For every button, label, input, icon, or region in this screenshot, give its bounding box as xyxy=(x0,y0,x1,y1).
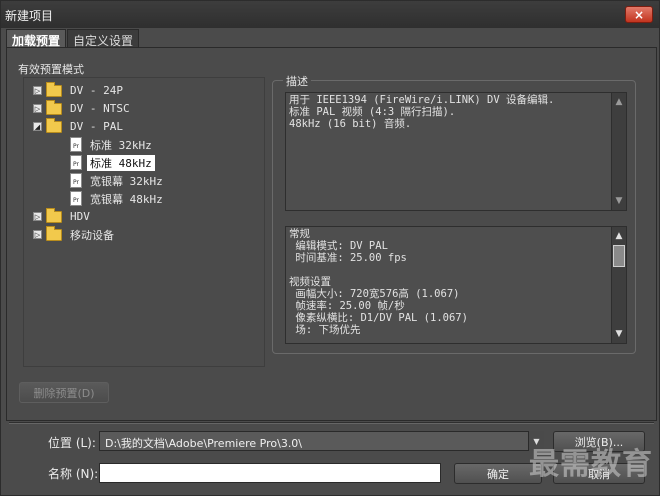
preset-tree: ▷ DV - 24P ▷ DV - NTSC ◢ DV - PAL Pr 标准 … xyxy=(23,77,265,367)
tree-item-label: 标准 48kHz xyxy=(87,154,155,171)
folder-open-icon xyxy=(46,117,62,133)
tree-preset-widescreen-32k[interactable]: Pr 宽银幕 32kHz xyxy=(70,172,166,189)
collapse-icon[interactable]: ◢ xyxy=(33,122,42,131)
tree-folder-mobile-devices[interactable]: ▷ 移动设备 xyxy=(33,225,117,243)
details-line: 常规 xyxy=(289,228,310,240)
new-project-dialog: 新建项目 × 加载预置 自定义设置 有效预置模式 ▷ DV - 24P ▷ DV… xyxy=(0,0,660,496)
expand-icon[interactable]: ▷ xyxy=(33,86,42,95)
location-combobox[interactable]: D:\我的文档\Adobe\Premiere Pro\3.0\ xyxy=(99,431,544,451)
close-icon: × xyxy=(633,7,645,22)
scroll-up-icon[interactable]: ▲ xyxy=(612,229,626,243)
details-line: 像素纵横比: D1/DV PAL (1.067) xyxy=(289,312,468,324)
scroll-thumb[interactable] xyxy=(613,245,625,267)
tree-item-label: 标准 32kHz xyxy=(90,138,152,152)
expand-icon[interactable]: ▷ xyxy=(33,104,42,113)
tree-folder-dv-pal[interactable]: ◢ DV - PAL xyxy=(33,117,126,135)
location-label: 位置 (L): xyxy=(48,436,96,450)
presets-label: 有效预置模式 xyxy=(18,63,84,76)
tree-item-label: HDV xyxy=(70,210,90,223)
scroll-down-icon[interactable]: ▼ xyxy=(612,327,626,341)
details-line: 编辑模式: DV PAL xyxy=(289,240,388,252)
details-line: 视频设置 xyxy=(289,276,331,288)
tree-preset-widescreen-48k[interactable]: Pr 宽银幕 48kHz xyxy=(70,190,166,207)
description-details-text[interactable]: 常规 编辑模式: DV PAL 时间基准: 25.00 fps 视频设置 画幅大… xyxy=(285,226,611,344)
tree-folder-hdv[interactable]: ▷ HDV xyxy=(33,207,93,225)
title-bar[interactable]: 新建项目 × xyxy=(1,1,659,28)
expand-icon[interactable]: ▷ xyxy=(33,230,42,239)
tab-load-preset[interactable]: 加载预置 xyxy=(6,29,67,48)
folder-icon xyxy=(46,207,62,223)
tree-item-label: 宽银幕 32kHz xyxy=(90,174,163,188)
name-label: 名称 (N): xyxy=(48,467,99,481)
details-line: 场: 下场优先 xyxy=(289,324,361,336)
description-summary-text[interactable]: 用于 IEEE1394 (FireWire/i.LINK) DV 设备编辑. 标… xyxy=(285,92,611,211)
details-scrollbar[interactable]: ▲ ▼ xyxy=(611,226,627,344)
watermark-logo: 最需教育 xyxy=(529,447,653,482)
tree-item-label: DV - NTSC xyxy=(70,102,130,115)
close-button[interactable]: × xyxy=(625,6,653,23)
divider xyxy=(9,422,654,424)
scroll-down-icon[interactable]: ▼ xyxy=(612,194,626,208)
folder-icon xyxy=(46,81,62,97)
premiere-file-icon: Pr xyxy=(70,173,82,188)
expand-icon[interactable]: ▷ xyxy=(33,212,42,221)
tree-item-label: 移动设备 xyxy=(70,228,114,242)
details-line xyxy=(289,264,608,276)
window-title: 新建项目 xyxy=(5,9,54,23)
tree-item-label: 宽银幕 48kHz xyxy=(90,192,163,206)
details-line: 时间基准: 25.00 fps xyxy=(289,252,407,264)
description-legend: 描述 xyxy=(283,73,311,89)
summary-scrollbar[interactable]: ▲ ▼ xyxy=(611,92,627,211)
delete-preset-button[interactable]: 删除预置(D) xyxy=(19,382,109,403)
folder-icon xyxy=(46,225,62,241)
folder-icon xyxy=(46,99,62,115)
tree-folder-dv-ntsc[interactable]: ▷ DV - NTSC xyxy=(33,99,133,117)
summary-line: 48kHz (16 bit) 音频. xyxy=(289,118,412,130)
scroll-up-icon[interactable]: ▲ xyxy=(612,95,626,109)
tree-folder-dv-24p[interactable]: ▷ DV - 24P xyxy=(33,81,126,99)
tree-preset-standard-48k[interactable]: Pr 标准 48kHz xyxy=(70,154,155,171)
name-input[interactable] xyxy=(99,463,441,483)
tree-item-label: DV - 24P xyxy=(70,84,123,97)
details-line: 画幅大小: 720宽576高 (1.067) xyxy=(289,288,460,300)
summary-line: 用于 IEEE1394 (FireWire/i.LINK) DV 设备编辑. xyxy=(289,94,555,106)
premiere-file-icon: Pr xyxy=(70,137,82,152)
details-line: 帧速率: 25.00 帧/秒 xyxy=(289,300,405,312)
summary-line: 标准 PAL 视频 (4:3 隔行扫描). xyxy=(289,106,456,118)
premiere-file-icon: Pr xyxy=(70,155,82,170)
tab-bar: 加载预置 自定义设置 xyxy=(6,29,140,48)
tab-custom-settings[interactable]: 自定义设置 xyxy=(67,29,140,48)
premiere-file-icon: Pr xyxy=(70,191,82,206)
tree-item-label: DV - PAL xyxy=(70,120,123,133)
tree-preset-standard-32k[interactable]: Pr 标准 32kHz xyxy=(70,136,155,153)
